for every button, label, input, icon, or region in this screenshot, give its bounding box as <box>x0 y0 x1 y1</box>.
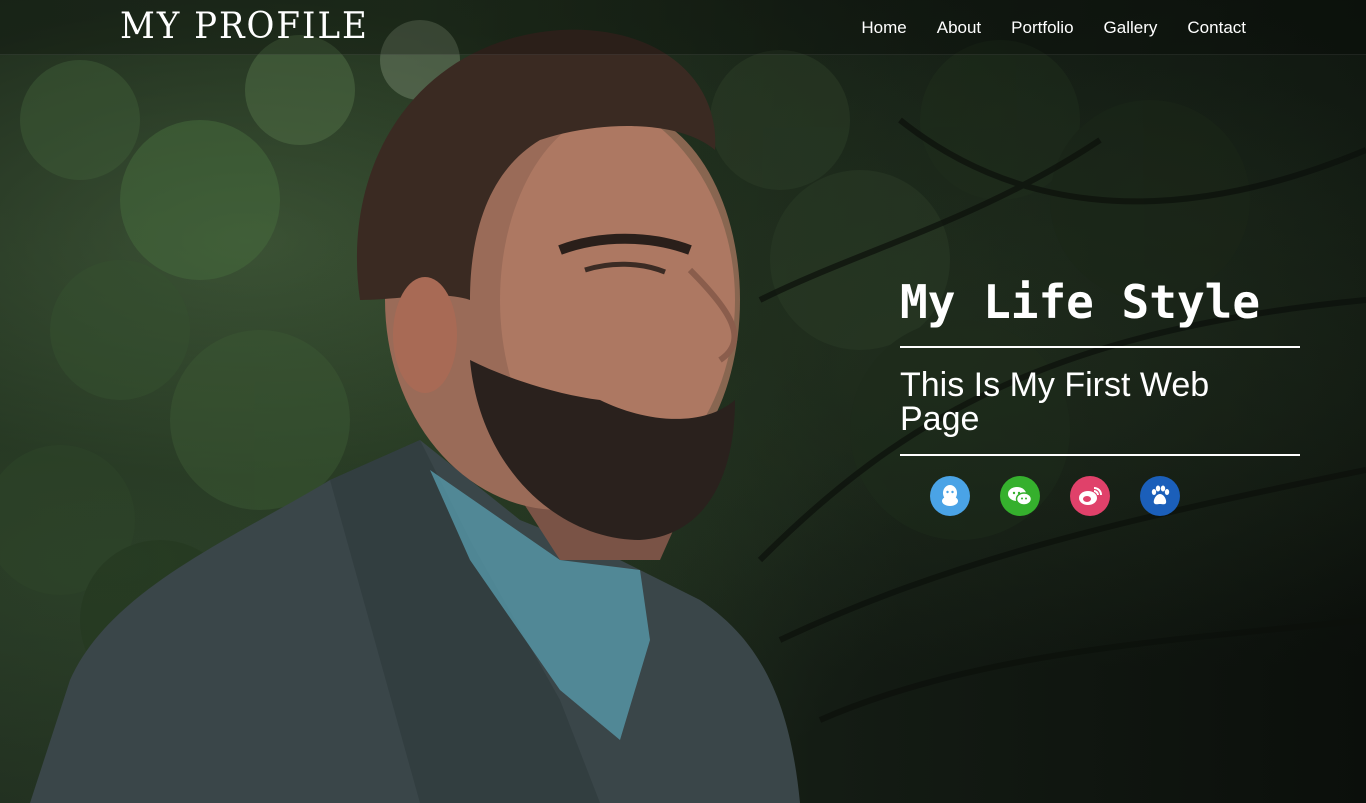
hero-divider-top <box>900 346 1300 348</box>
wechat-button[interactable] <box>1000 476 1040 516</box>
weibo-icon <box>1079 487 1102 505</box>
weibo-button[interactable] <box>1070 476 1110 516</box>
hero-panel: My Life Style This Is My First Web Page <box>900 272 1300 516</box>
top-navbar: MY PROFILE Home About Portfolio Gallery … <box>0 0 1366 55</box>
main-nav: Home About Portfolio Gallery Contact <box>861 14 1246 42</box>
page: MY PROFILE Home About Portfolio Gallery … <box>0 0 1366 803</box>
social-links <box>930 476 1300 516</box>
site-logo[interactable]: MY PROFILE <box>120 2 369 50</box>
nav-gallery[interactable]: Gallery <box>1104 14 1158 42</box>
baidu-icon <box>1151 485 1170 505</box>
nav-portfolio[interactable]: Portfolio <box>1011 14 1073 42</box>
nav-home[interactable]: Home <box>861 14 906 42</box>
nav-contact[interactable]: Contact <box>1187 14 1246 42</box>
nav-about[interactable]: About <box>937 14 981 42</box>
hero-divider-bottom <box>900 454 1300 456</box>
hero-subtitle: This Is My First Web Page <box>900 366 1210 438</box>
hero-title: My Life Style <box>900 275 1261 329</box>
wechat-icon <box>1008 487 1033 506</box>
qq-button[interactable] <box>930 476 970 516</box>
qq-icon <box>942 485 958 506</box>
baidu-button[interactable] <box>1140 476 1180 516</box>
